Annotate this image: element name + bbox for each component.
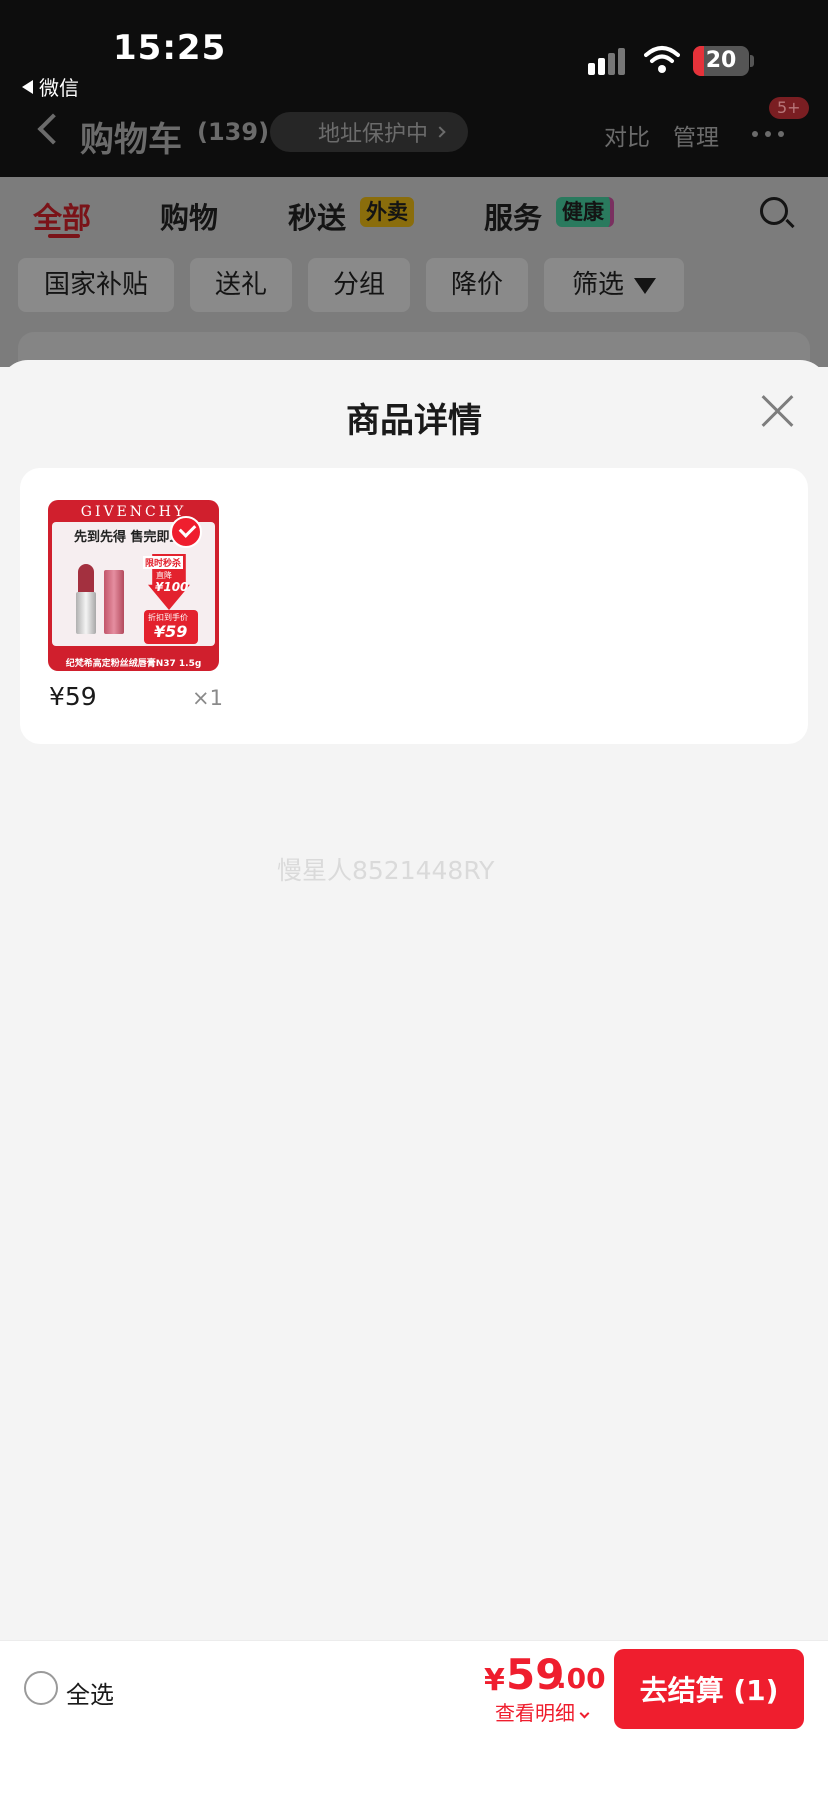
address-protection-pill[interactable]: 地址保护中: [270, 112, 468, 152]
wifi-icon: [644, 46, 680, 73]
battery-icon: 20: [693, 46, 749, 76]
tab-services[interactable]: 服务: [484, 195, 542, 237]
chevron-down-icon: [579, 1708, 590, 1719]
status-time: 15:25: [113, 28, 227, 68]
chevron-right-icon: [434, 126, 446, 138]
select-all-radio[interactable]: [24, 1671, 58, 1705]
manage-button[interactable]: 管理: [673, 118, 719, 152]
view-details-label: 查看明细: [495, 1701, 575, 1725]
close-icon[interactable]: [760, 394, 794, 428]
thumb-flash-amount: ¥100: [155, 580, 189, 594]
back-triangle-icon: [22, 79, 33, 94]
tab-instant-delivery[interactable]: 秒送: [288, 195, 346, 237]
lipstick-image: [78, 564, 94, 594]
filter-chip-label: 筛选: [571, 270, 624, 300]
notification-badge: 5+: [769, 97, 809, 119]
cart-nav-bar: 购物车 (139) 地址保护中 对比 管理: [0, 104, 828, 164]
health-tag: 健康: [556, 197, 614, 227]
back-app-label: 微信: [39, 76, 79, 100]
battery-tip: [750, 55, 754, 67]
item-price: ¥59: [49, 682, 97, 711]
select-all-label[interactable]: 全选: [66, 1675, 114, 1710]
tab-all[interactable]: 全部: [33, 195, 91, 237]
active-tab-indicator: [48, 234, 80, 238]
view-details-link[interactable]: 查看明细: [495, 1697, 590, 1726]
cart-count: (139): [197, 118, 270, 146]
search-icon[interactable]: [760, 197, 788, 225]
tab-shopping[interactable]: 购物: [160, 195, 218, 237]
total-currency: ¥: [484, 1663, 505, 1698]
filter-chip-filter[interactable]: 筛选: [544, 258, 684, 312]
address-protection-label: 地址保护中: [318, 122, 429, 147]
takeout-tag: 外卖: [360, 197, 414, 227]
page-title: 购物车: [80, 120, 182, 160]
home-indicator-area: [0, 1736, 828, 1800]
thumb-slogan: 先到先得 售完即止: [74, 530, 183, 545]
sheet-title: 商品详情: [346, 401, 482, 441]
checkout-button[interactable]: 去结算 (1): [614, 1649, 804, 1729]
filter-chip-group[interactable]: 分组: [308, 258, 410, 312]
battery-percent: 20: [705, 48, 737, 73]
filter-chip-gift[interactable]: 送礼: [190, 258, 292, 312]
total-decimal: .00: [556, 1662, 606, 1695]
filter-chip-national-subsidy[interactable]: 国家补贴: [18, 258, 174, 312]
compare-button[interactable]: 对比: [604, 118, 650, 152]
thumb-flash-label: 限时秒杀: [143, 556, 184, 569]
more-menu-icon[interactable]: [752, 131, 784, 137]
back-chevron-icon[interactable]: [37, 113, 69, 145]
filter-funnel-icon: [634, 277, 656, 294]
back-to-wechat-link[interactable]: 微信: [22, 72, 79, 101]
item-quantity: ×1: [192, 686, 223, 710]
cellular-signal-icon: [588, 47, 630, 75]
watermark: 慢星人8521448RY: [277, 856, 495, 885]
filter-chip-price-drop[interactable]: 降价: [426, 258, 528, 312]
lipstick-tube: [76, 592, 96, 634]
thumb-caption: 纪梵希高定粉丝绒唇膏N37 1.5g: [65, 659, 202, 669]
selected-check-icon[interactable]: [170, 516, 202, 548]
thumb-price: ¥59: [154, 622, 188, 641]
lipstick-case: [104, 570, 124, 634]
